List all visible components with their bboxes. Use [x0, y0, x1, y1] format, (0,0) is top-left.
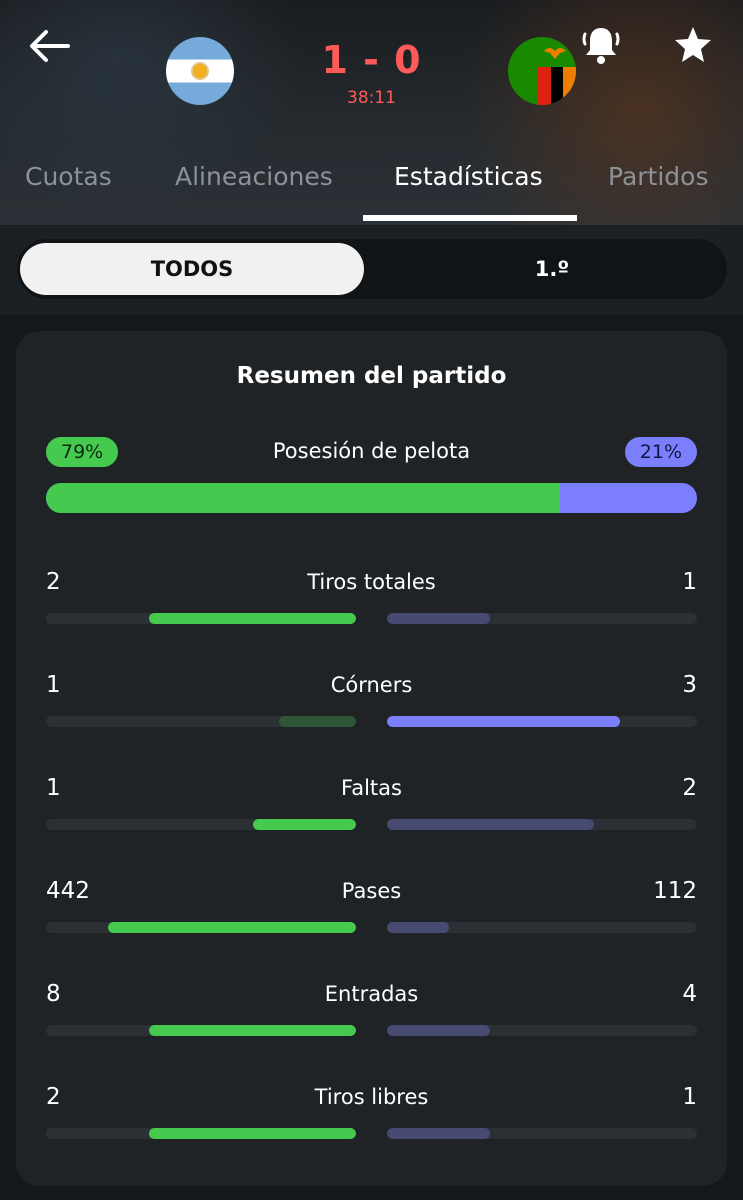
stat-home-bar-fill [108, 922, 356, 933]
active-tab-indicator [363, 215, 577, 221]
stat-away-value: 1 [682, 1084, 697, 1110]
stat-row: 8 Entradas 4 [46, 981, 697, 1041]
stat-away-bar [387, 716, 697, 727]
possession-bar-home-fill [46, 483, 561, 513]
possession-bar [46, 483, 697, 513]
stat-home-bar [46, 819, 356, 830]
stat-label: Tiros totales [307, 570, 436, 594]
stat-row: 1 Córners 3 [46, 672, 697, 732]
tab-partidos[interactable]: Partidos [608, 162, 709, 191]
stat-home-bar [46, 922, 356, 933]
stat-away-bar-fill [387, 716, 620, 727]
notifications-button[interactable] [578, 22, 624, 68]
tab-cuotas[interactable]: Cuotas [25, 162, 112, 191]
period-option-all[interactable]: TODOS [20, 243, 364, 295]
match-clock: 38:11 [347, 88, 396, 108]
stat-home-bar [46, 1025, 356, 1036]
possession-row: 79% Posesión de pelota 21% [46, 437, 697, 467]
stat-home-bar-fill [278, 716, 356, 727]
stat-home-bar [46, 716, 356, 727]
stat-label: Pases [341, 879, 402, 903]
zambia-flag-icon[interactable] [508, 37, 576, 105]
card-title: Resumen del partido [236, 363, 507, 389]
stat-label: Córners [330, 673, 413, 697]
period-filter-bar: TODOS 1.º [0, 225, 743, 315]
match-score: 1 - 0 [321, 38, 422, 82]
stat-row: 2 Tiros libres 1 [46, 1084, 697, 1144]
tab-alineaciones[interactable]: Alineaciones [175, 162, 333, 191]
stat-home-bar-fill [149, 613, 356, 624]
stat-away-bar-fill [387, 613, 491, 624]
stat-away-bar [387, 1025, 697, 1036]
stat-away-bar-fill [387, 922, 449, 933]
star-icon [675, 27, 711, 62]
stat-home-bar [46, 613, 356, 624]
favorite-button[interactable] [672, 24, 714, 66]
stat-away-bar [387, 1128, 697, 1139]
period-segmented-control: TODOS 1.º [17, 239, 727, 299]
away-possession-badge: 21% [624, 437, 697, 467]
stat-away-value: 2 [682, 775, 697, 801]
stat-away-bar-fill [387, 819, 594, 830]
match-tabs: Cuotas Alineaciones Estadísticas Partido… [0, 150, 743, 225]
period-option-first-half[interactable]: 1.º [377, 243, 727, 295]
stat-away-bar [387, 613, 697, 624]
bell-icon [582, 28, 620, 64]
tab-estadisticas[interactable]: Estadísticas [394, 162, 543, 191]
match-summary-card: Resumen del partido 79% Posesión de pelo… [16, 331, 727, 1186]
stat-label: Faltas [341, 776, 402, 800]
stat-away-value: 112 [653, 878, 697, 904]
stat-home-bar-fill [149, 1128, 356, 1139]
stat-home-bar [46, 1128, 356, 1139]
stat-home-bar-fill [252, 819, 356, 830]
stat-away-value: 1 [682, 569, 697, 595]
stat-away-bar-fill [387, 1025, 491, 1036]
stat-home-bar-fill [149, 1025, 356, 1036]
stat-label: Entradas [324, 982, 419, 1006]
stat-away-value: 4 [682, 981, 697, 1007]
stat-away-bar-fill [387, 1128, 491, 1139]
match-header: 1 - 0 38:11 Cuotas Alineaciones Estadíst… [0, 0, 743, 225]
stat-label: Tiros libres [314, 1085, 429, 1109]
stat-away-value: 3 [682, 672, 697, 698]
possession-label: Posesión de pelota [272, 439, 471, 463]
stat-row: 2 Tiros totales 1 [46, 569, 697, 629]
stat-row: 442 Pases 112 [46, 878, 697, 938]
stat-away-bar [387, 819, 697, 830]
stat-away-bar [387, 922, 697, 933]
stat-row: 1 Faltas 2 [46, 775, 697, 835]
